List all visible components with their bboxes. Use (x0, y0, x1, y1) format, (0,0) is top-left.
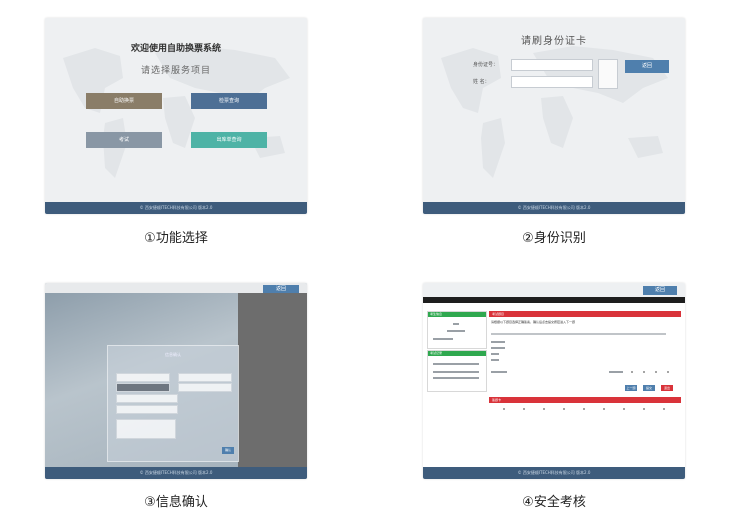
answer-cell[interactable] (583, 408, 585, 410)
candidate-info-heading: 考生信息 (428, 312, 486, 317)
answer-cell[interactable] (603, 408, 605, 410)
info-field[interactable] (116, 373, 170, 382)
answer-dot[interactable] (667, 371, 669, 373)
outbound-query-button[interactable]: 出库单查询 (191, 132, 267, 148)
caption-step-3: ③信息确认 (144, 495, 208, 510)
answer-label (491, 371, 507, 373)
function-select-screen: 欢迎使用自助换票系统 请选择服务项目 自助换票 检票查询 考试 出库单查询 © … (45, 18, 307, 214)
exam-record-heading: 考试记录 (428, 351, 486, 356)
text-line (433, 371, 479, 373)
text-line (433, 363, 479, 365)
option-a[interactable] (491, 341, 505, 343)
back-button[interactable]: 返回 (263, 285, 299, 293)
text-line (453, 323, 459, 325)
header-strip (423, 297, 685, 303)
answer-dot[interactable] (655, 371, 657, 373)
name-field[interactable] (511, 76, 593, 88)
info-field[interactable] (178, 383, 232, 392)
id-recognition-screen: 请刷身份证卡 身份证号： 姓 名： 返回 © 西安捷顺ITECH科技有限公司 版… (423, 18, 685, 214)
service-prompt: 请选择服务项目 (140, 66, 211, 76)
question-text: 请根据以下题目选择正确答案，确认后点击提交按钮进入下一题 (491, 320, 576, 324)
caption-step-4: ④安全考核 (522, 495, 586, 510)
text-line (447, 330, 465, 332)
prev-button[interactable]: 上一题 (625, 385, 637, 391)
caption-step-1: ①功能选择 (144, 231, 208, 246)
answer-cell[interactable] (503, 408, 505, 410)
footer-copyright: © 西安捷顺ITECH科技有限公司 版本2.0 (423, 202, 685, 214)
text-line (433, 338, 453, 340)
text-line (433, 377, 479, 379)
score-label (609, 371, 623, 373)
info-field-selected[interactable] (116, 383, 170, 392)
info-textarea[interactable] (116, 419, 176, 439)
answer-cell[interactable] (543, 408, 545, 410)
swipe-id-title: 请刷身份证卡 (521, 36, 587, 47)
welcome-title: 欢迎使用自助换票系统 (130, 44, 221, 54)
text-line (491, 333, 666, 335)
world-map-background (441, 46, 668, 178)
info-confirm-screen: 返回 信息确认 确认 © 西安捷顺ITECH科技有限公司 版本2.0 (45, 283, 307, 479)
option-d[interactable] (491, 359, 499, 361)
footer-copyright: © 西安捷顺ITECH科技有限公司 版本2.0 (423, 467, 685, 479)
footer-copyright: © 西安捷顺ITECH科技有限公司 版本2.0 (45, 202, 307, 214)
answer-cell[interactable] (523, 408, 525, 410)
side-overlay (238, 293, 307, 467)
id-number-label: 身份证号： (473, 62, 499, 68)
question-heading: 考试题目 (489, 311, 681, 317)
answer-cell[interactable] (663, 408, 665, 410)
back-button[interactable]: 返回 (643, 286, 677, 295)
self-ticket-button[interactable]: 自助换票 (86, 93, 162, 109)
exit-button[interactable]: 退出 (661, 385, 673, 391)
caption-step-2: ②身份识别 (522, 231, 586, 246)
confirm-button[interactable]: 确认 (222, 447, 234, 454)
option-b[interactable] (491, 347, 505, 349)
option-c[interactable] (491, 353, 499, 355)
confirm-dialog: 信息确认 确认 (107, 345, 239, 462)
answer-sheet-heading: 答题卡 (489, 397, 681, 403)
name-label: 姓 名： (473, 79, 490, 85)
answer-dot[interactable] (631, 371, 633, 373)
answer-dot[interactable] (643, 371, 645, 373)
info-field[interactable] (116, 405, 178, 414)
info-field[interactable] (178, 373, 232, 382)
footer-copyright: © 西安捷顺ITECH科技有限公司 版本2.0 (45, 467, 307, 479)
id-number-field[interactable] (511, 59, 593, 71)
answer-cell[interactable] (563, 408, 565, 410)
safety-exam-screen: 返回 考生信息 考试记录 考试题目 请根据以下题目选择正确答案，确认后点击提交按… (423, 283, 685, 479)
id-photo-box (598, 59, 618, 89)
submit-button[interactable]: 提交 (643, 385, 655, 391)
back-button[interactable]: 返回 (625, 60, 669, 73)
ticket-query-button[interactable]: 检票查询 (191, 93, 267, 109)
exam-button[interactable]: 考试 (86, 132, 162, 148)
answer-cell[interactable] (623, 408, 625, 410)
answer-cell[interactable] (643, 408, 645, 410)
dialog-title: 信息确认 (165, 352, 181, 357)
info-field[interactable] (116, 394, 178, 403)
